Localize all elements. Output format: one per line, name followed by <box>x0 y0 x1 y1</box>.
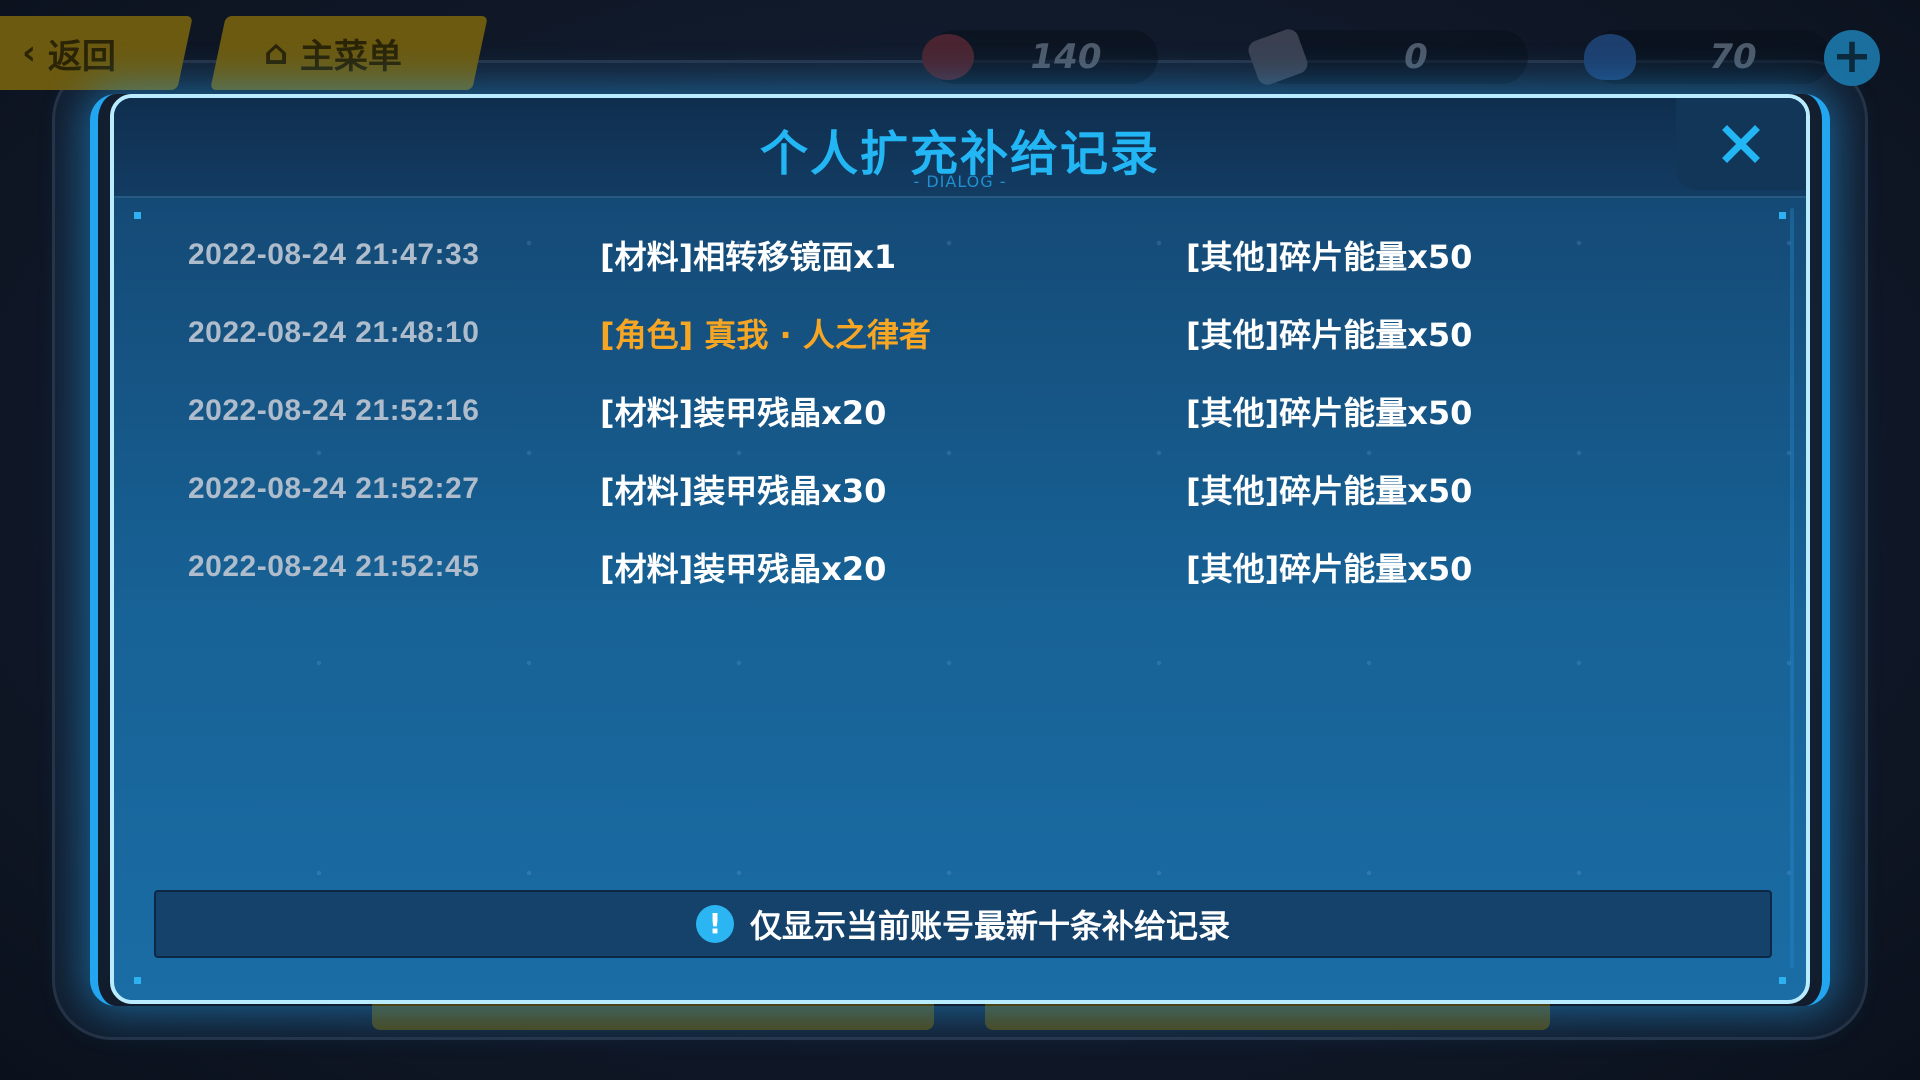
record-item: [材料]装甲残晶x30 <box>600 472 887 510</box>
record-bonus: [其他]碎片能量x50 <box>1186 394 1473 432</box>
record-time: 2022-08-24 21:52:45 <box>188 550 480 583</box>
close-button[interactable] <box>1676 98 1806 190</box>
currency-value: 0 <box>1404 37 1428 77</box>
record-item-highlighted: [角色] 真我 · 人之律者 <box>600 316 931 354</box>
info-exclamation-icon: ! <box>695 905 734 943</box>
corner-decoration <box>1779 977 1786 984</box>
record-item: [材料]装甲残晶x20 <box>600 550 887 588</box>
currency-counter-shield: 70 <box>1584 30 1830 84</box>
main-menu-button[interactable]: ⌂ 主菜单 <box>210 16 488 90</box>
currency-counter-ticket: 0 <box>1245 26 1528 88</box>
back-button-label: 返回 <box>48 36 117 77</box>
record-row: 2022-08-24 21:48:10 [角色] 真我 · 人之律者 [其他]碎… <box>114 294 1806 372</box>
record-bonus: [其他]碎片能量x50 <box>1186 472 1473 510</box>
currency-counter-crystal: 140 <box>922 30 1158 84</box>
currency-crystal-icon <box>922 34 974 80</box>
dialog-subtitle: - DIALOG - <box>913 172 1007 191</box>
main-menu-button-label: 主菜单 <box>300 36 403 77</box>
corner-decoration <box>134 977 141 984</box>
back-button[interactable]: ‹ 返回 <box>0 16 193 90</box>
scrollbar[interactable] <box>1790 208 1794 968</box>
record-item: [材料]相转移镜面x1 <box>600 238 897 276</box>
currency-shield-icon <box>1584 34 1636 80</box>
record-row: 2022-08-24 21:52:45 [材料]装甲残晶x20 [其他]碎片能量… <box>114 528 1806 606</box>
notice-bar: ! 仅显示当前账号最新十条补给记录 <box>154 890 1772 958</box>
record-time: 2022-08-24 21:52:16 <box>188 394 480 427</box>
record-list: 2022-08-24 21:47:33 [材料]相转移镜面x1 [其他]碎片能量… <box>114 216 1806 606</box>
notice-text: 仅显示当前账号最新十条补给记录 <box>749 907 1230 945</box>
close-icon <box>1722 125 1760 163</box>
record-item: [材料]装甲残晶x20 <box>600 394 887 432</box>
add-currency-button[interactable]: + <box>1824 30 1880 86</box>
record-bonus: [其他]碎片能量x50 <box>1186 550 1473 588</box>
currency-value: 70 <box>1709 37 1757 77</box>
supply-record-dialog: 个人扩充补给记录 - DIALOG - 2022-08-24 21:47:33 … <box>110 94 1810 1004</box>
record-time: 2022-08-24 21:47:33 <box>188 238 480 271</box>
record-time: 2022-08-24 21:52:27 <box>188 472 480 505</box>
record-bonus: [其他]碎片能量x50 <box>1186 238 1473 276</box>
record-row: 2022-08-24 21:52:16 [材料]装甲残晶x20 [其他]碎片能量… <box>114 372 1806 450</box>
dialog-header: 个人扩充补给记录 - DIALOG - <box>114 98 1806 198</box>
chevron-left-icon: ‹ <box>21 33 37 73</box>
record-time: 2022-08-24 21:48:10 <box>188 316 480 349</box>
record-row: 2022-08-24 21:47:33 [材料]相转移镜面x1 [其他]碎片能量… <box>114 216 1806 294</box>
record-bonus: [其他]碎片能量x50 <box>1186 316 1473 354</box>
home-icon: ⌂ <box>264 33 289 73</box>
record-row: 2022-08-24 21:52:27 [材料]装甲残晶x30 [其他]碎片能量… <box>114 450 1806 528</box>
currency-value: 140 <box>1030 37 1102 77</box>
